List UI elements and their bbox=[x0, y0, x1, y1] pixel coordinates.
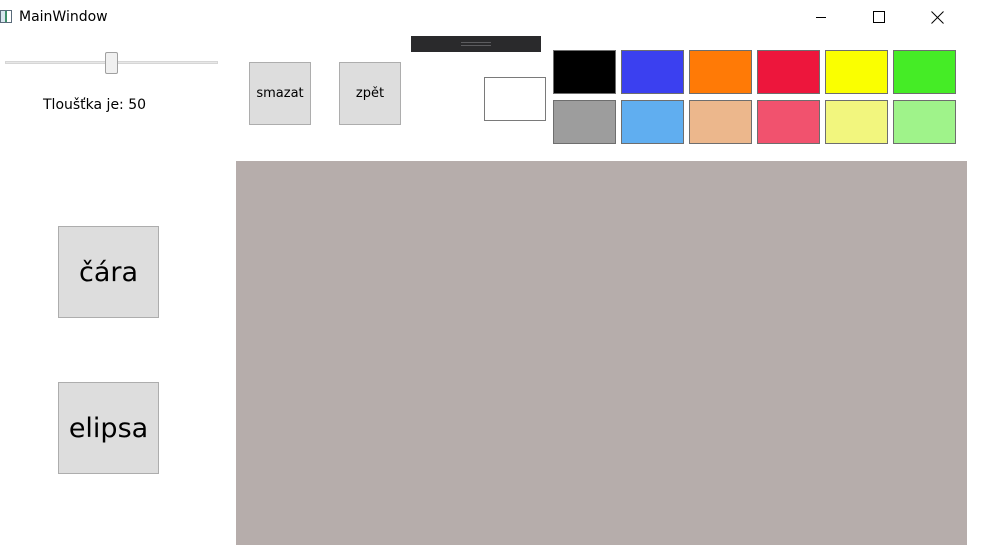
color-swatch[interactable] bbox=[893, 100, 956, 144]
clear-button[interactable]: smazat bbox=[249, 62, 311, 125]
close-button[interactable] bbox=[908, 0, 966, 34]
color-swatch[interactable] bbox=[689, 100, 752, 144]
minimize-button[interactable] bbox=[792, 0, 850, 34]
color-swatch[interactable] bbox=[893, 50, 956, 94]
maximize-icon bbox=[873, 11, 885, 23]
thickness-slider[interactable] bbox=[5, 52, 218, 74]
main-window: MainWindow Tloušťka je: 50 smazat zpět č… bbox=[0, 0, 990, 545]
current-color-preview bbox=[484, 77, 546, 121]
color-swatch[interactable] bbox=[621, 50, 684, 94]
color-swatch[interactable] bbox=[553, 100, 616, 144]
grip-handle-icon bbox=[461, 42, 491, 46]
window-title: MainWindow bbox=[19, 9, 108, 25]
grip-bar[interactable] bbox=[411, 36, 541, 52]
maximize-button[interactable] bbox=[850, 0, 908, 34]
color-swatch[interactable] bbox=[757, 100, 820, 144]
color-swatch[interactable] bbox=[621, 100, 684, 144]
drawing-canvas[interactable] bbox=[236, 161, 967, 545]
line-tool-button[interactable]: čára bbox=[58, 226, 159, 318]
color-swatch[interactable] bbox=[553, 50, 616, 94]
color-palette bbox=[553, 50, 959, 144]
thickness-label: Tloušťka je: 50 bbox=[43, 97, 147, 113]
close-icon bbox=[930, 10, 944, 24]
minimize-icon bbox=[816, 17, 826, 18]
app-icon bbox=[0, 10, 12, 23]
color-swatch[interactable] bbox=[757, 50, 820, 94]
color-swatch[interactable] bbox=[689, 50, 752, 94]
title-bar[interactable]: MainWindow bbox=[0, 0, 990, 34]
ellipse-tool-button[interactable]: elipsa bbox=[58, 382, 159, 474]
slider-thumb[interactable] bbox=[105, 52, 118, 74]
undo-button[interactable]: zpět bbox=[339, 62, 401, 125]
color-swatch[interactable] bbox=[825, 100, 888, 144]
color-swatch[interactable] bbox=[825, 50, 888, 94]
